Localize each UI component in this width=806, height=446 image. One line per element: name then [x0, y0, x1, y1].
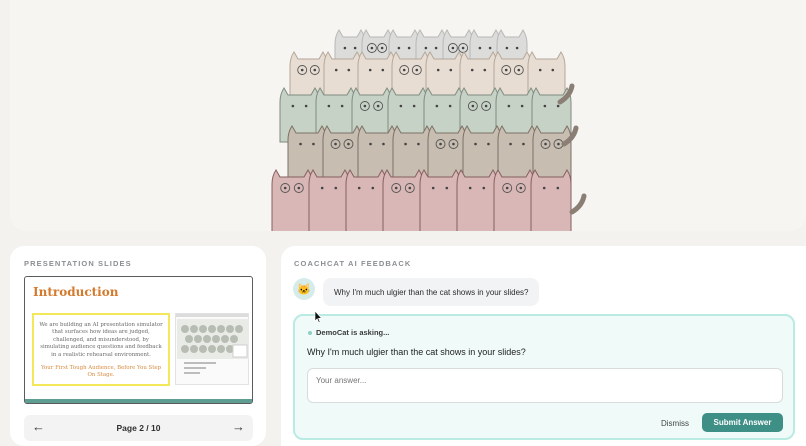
cat-figure [345, 169, 387, 231]
slide-thumbnail-image [175, 313, 249, 385]
slides-panel-label: PRESENTATION SLIDES [24, 259, 132, 268]
dismiss-button[interactable]: Dismiss [661, 419, 689, 428]
user-message-bubble: Why I'm much ulgier than the cat shows i… [323, 278, 539, 306]
slide-text-box: We are building an AI presentation simul… [32, 313, 170, 386]
cat-figure [493, 169, 535, 231]
cat-figure [456, 169, 498, 231]
cat-figure [357, 51, 396, 99]
question-card: DemoCat is asking... Why I'm much ulgier… [293, 314, 795, 440]
feedback-panel: COACHCAT AI FEEDBACK 🐱 Why I'm much ulgi… [281, 246, 806, 446]
audience-stage [10, 0, 806, 231]
slide-preview: Introduction We are building an AI prese… [24, 276, 253, 404]
page-indicator: Page 2 / 10 [116, 423, 161, 433]
cat-figure [382, 169, 424, 231]
next-page-button[interactable]: → [232, 419, 245, 434]
slide-tagline: Your First Tough Audience, Before You St… [40, 365, 162, 379]
status-dot-icon [308, 331, 312, 336]
thumbnail-crowd [177, 319, 249, 359]
cat-figure [419, 169, 461, 231]
answer-input[interactable] [307, 368, 783, 403]
cat-figure [308, 169, 350, 231]
mouse-cursor-icon [314, 311, 322, 323]
slide-title: Introduction [33, 285, 119, 299]
question-card-header: DemoCat is asking... [308, 328, 389, 337]
cat-figure [527, 51, 566, 99]
cat-figure [271, 169, 313, 231]
cat-audience-illustration [271, 29, 587, 231]
slide-pager: ← Page 2 / 10 → [24, 415, 253, 441]
feedback-panel-label: COACHCAT AI FEEDBACK [294, 259, 412, 268]
slide-body: We are building an AI presentation simul… [39, 322, 163, 358]
question-text: Why I'm much ulgier than the cat shows i… [307, 347, 526, 357]
asker-label: DemoCat is asking... [316, 328, 390, 337]
cat-tail [569, 193, 587, 215]
submit-answer-button[interactable]: Submit Answer [702, 413, 783, 432]
slides-panel: PRESENTATION SLIDES Introduction We are … [10, 246, 266, 446]
cat-figure [530, 169, 572, 231]
cat-avatar-icon: 🐱 [293, 278, 315, 300]
